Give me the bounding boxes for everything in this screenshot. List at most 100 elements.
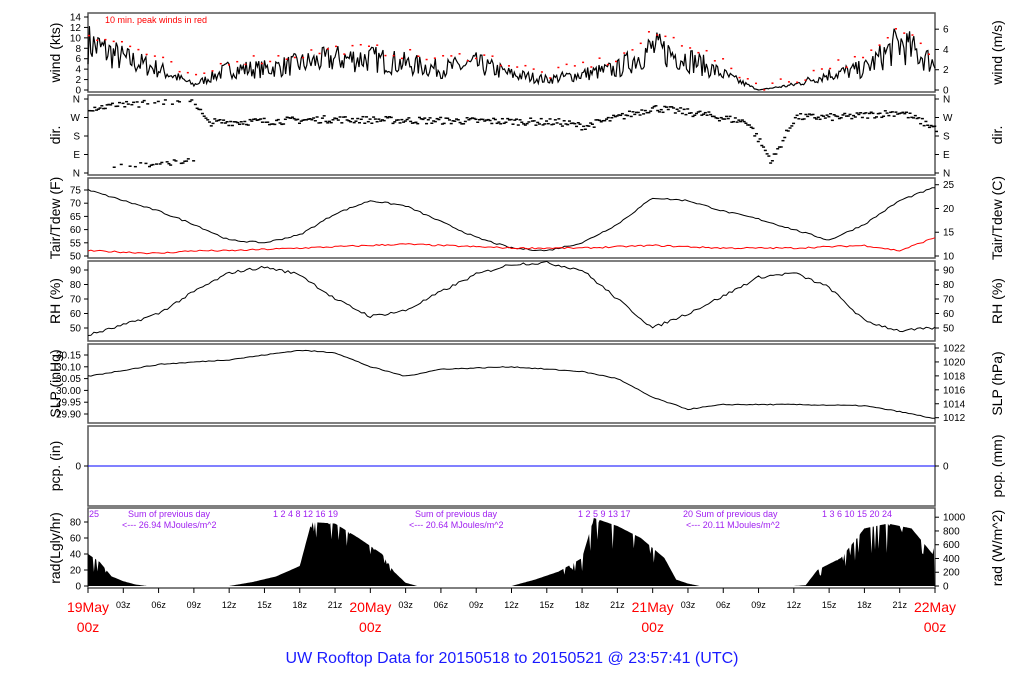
dir-point — [848, 113, 852, 116]
peak-wind-point — [129, 45, 132, 48]
dir-ytick-label-right: E — [943, 150, 950, 161]
dir-point — [587, 125, 591, 127]
dir-point — [500, 117, 504, 120]
peak-wind-point — [318, 52, 321, 55]
dir-point — [428, 117, 432, 119]
dir-point — [620, 112, 624, 115]
dir-point — [165, 161, 169, 163]
dir-point — [160, 161, 164, 164]
dir-point — [229, 120, 233, 123]
wind-wind-line — [87, 26, 936, 91]
dir-point — [368, 118, 372, 120]
dir-point — [788, 127, 792, 129]
dir-point — [336, 119, 340, 121]
dir-point — [739, 120, 743, 123]
pcp-ylabel-right: pcp. (mm) — [989, 435, 1005, 498]
dir-point — [125, 100, 129, 103]
rad-ytick-label: 80 — [70, 518, 82, 529]
peak-wind-point — [713, 60, 716, 62]
dir-point — [716, 117, 720, 120]
dir-point — [439, 116, 443, 119]
peak-wind-point — [895, 28, 898, 30]
dir-point — [123, 106, 127, 108]
dir-point — [103, 107, 107, 110]
dir-point — [673, 112, 677, 114]
dir-point — [640, 109, 644, 111]
rad-ytick-label-right: 800 — [943, 526, 960, 537]
dir-point — [802, 118, 806, 120]
dir-point — [417, 116, 421, 119]
dir-point — [903, 112, 907, 115]
dir-point — [504, 121, 508, 124]
peak-wind-point — [335, 45, 338, 48]
slp-ytick-label: 30.15 — [56, 351, 81, 362]
dir-point — [343, 116, 347, 118]
rh-ylabel-right: RH (%) — [989, 278, 1005, 324]
dir-point — [567, 120, 571, 122]
dir-point — [266, 121, 270, 123]
rh-ytick-label-right: 70 — [943, 295, 955, 306]
dir-point — [751, 127, 755, 130]
dir-point — [290, 116, 294, 118]
peak-wind-point — [911, 34, 914, 36]
peak-wind-point — [573, 65, 576, 67]
dir-point — [725, 115, 729, 118]
dir-point — [682, 108, 686, 111]
dir-point — [576, 121, 580, 124]
rh-ytick-label: 50 — [70, 324, 82, 335]
wind-ytick-label: 8 — [75, 44, 81, 55]
temp-ytick-label: 50 — [70, 252, 82, 263]
peak-wind-point — [219, 62, 222, 65]
dir-point — [250, 120, 254, 122]
dir-point — [726, 117, 730, 120]
dir-point — [859, 112, 863, 114]
dir-point — [763, 149, 767, 152]
temp-ytick-label: 70 — [70, 199, 82, 210]
dir-point — [539, 117, 543, 120]
rad-ytick-label: 40 — [70, 550, 82, 561]
dir-point — [211, 122, 215, 125]
dir-point — [908, 112, 912, 114]
dir-point — [747, 124, 751, 126]
dir-ytick-label-right: N — [943, 169, 950, 180]
dir-ytick-label: N — [73, 169, 80, 180]
rad-sum-label: 20 Sum of previous day — [683, 509, 778, 519]
temp-ytick-label-right: 10 — [943, 252, 955, 263]
peak-wind-point — [738, 76, 741, 79]
peak-wind-point — [400, 57, 403, 60]
peak-wind-point — [557, 66, 560, 69]
rad-sum-label: Sum of previous day — [415, 509, 498, 519]
pcp-ylabel: pcp. (in) — [47, 441, 63, 492]
dir-point — [202, 115, 206, 117]
dir-point — [755, 132, 759, 135]
peak-wind-point — [631, 49, 634, 51]
x-tick-label: 21z — [610, 600, 625, 610]
dir-point — [188, 100, 192, 103]
peak-wind-point — [277, 55, 280, 57]
dir-point — [276, 118, 280, 121]
peak-wind-point — [549, 77, 552, 79]
dir-point — [174, 160, 178, 162]
dir-point — [603, 119, 607, 122]
dir-point — [795, 114, 799, 117]
peak-wind-point — [763, 89, 766, 91]
peak-wind-point — [376, 44, 379, 46]
dir-point — [650, 107, 654, 109]
dir-point — [631, 111, 635, 113]
dir-point — [116, 105, 120, 107]
dir-point — [852, 114, 856, 117]
dir-point — [855, 112, 859, 114]
peak-wind-point — [491, 55, 494, 57]
peak-wind-point — [499, 64, 502, 67]
wind-ytick-label-right: 2 — [943, 65, 949, 76]
dir-point — [654, 105, 658, 107]
dir-point — [675, 108, 679, 111]
dir-point — [627, 110, 631, 113]
dir-point — [218, 119, 222, 121]
dir-point — [458, 121, 462, 124]
x-tick-label: 09z — [751, 600, 766, 610]
peak-wind-point — [590, 66, 593, 68]
dir-point — [836, 115, 840, 118]
rh-ytick-label-right: 60 — [943, 309, 955, 320]
peak-wind-point — [796, 81, 799, 84]
